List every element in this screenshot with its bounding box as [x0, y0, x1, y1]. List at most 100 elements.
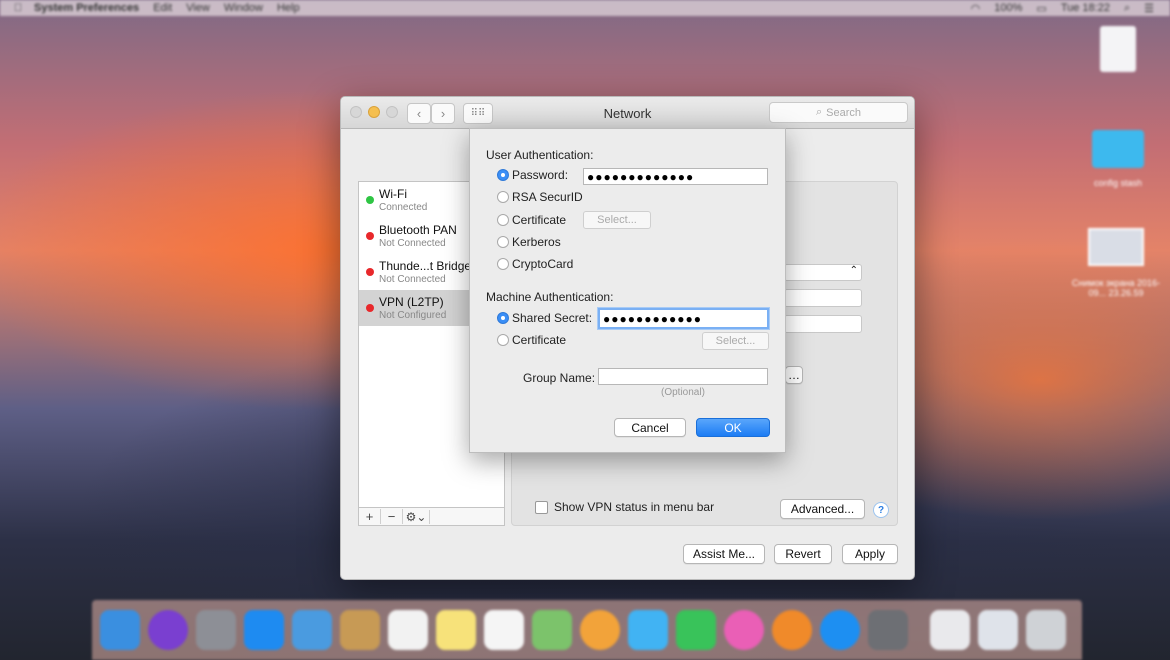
dock-launchpad-icon[interactable] [196, 610, 236, 650]
show-vpn-checkbox[interactable] [535, 500, 548, 514]
dock [92, 600, 1082, 660]
search-placeholder: Search [826, 106, 862, 119]
clock[interactable]: Tue 18:22 [1061, 2, 1110, 15]
rsa-securid-option[interactable]: RSA SecurID [497, 190, 583, 204]
dock-photos-icon[interactable] [580, 610, 620, 650]
chevron-updown-icon: ⌃ [849, 265, 858, 276]
desktop-icon-label: Снимок экрана 2016-09... 23.26.59 [1071, 278, 1161, 298]
show-vpn-status-row[interactable]: Show VPN status in menu bar [535, 500, 714, 514]
dock-screenshot-icon[interactable] [978, 610, 1018, 650]
authentication-settings-button[interactable]: … [785, 366, 803, 384]
radio-button[interactable] [497, 312, 509, 324]
radio-button[interactable] [497, 169, 509, 181]
menu-help[interactable]: Help [277, 2, 300, 14]
service-name: Wi-Fi [379, 187, 407, 201]
radio-button[interactable] [497, 258, 509, 270]
group-name-label: Group Name: [523, 371, 596, 385]
menu-view[interactable]: View [186, 2, 210, 14]
dock-siri-icon[interactable] [148, 610, 188, 650]
notification-center-icon[interactable]: ☰ [1144, 2, 1154, 15]
dock-calendar-icon[interactable] [388, 610, 428, 650]
dock-reminders-icon[interactable] [484, 610, 524, 650]
user-auth-title: User Authentication: [486, 148, 594, 162]
option-label: Shared Secret: [512, 311, 593, 325]
search-field[interactable]: ⌕ Search [769, 102, 908, 123]
machine-certificate-select-button[interactable]: Select... [702, 332, 769, 350]
account-name-field[interactable] [784, 315, 862, 333]
battery-icon[interactable]: ▭ [1036, 2, 1046, 15]
menu-bar:  System Preferences Edit View Window He… [0, 0, 1170, 16]
password-option[interactable]: Password: [497, 168, 568, 182]
radio-button[interactable] [497, 334, 509, 346]
ok-button[interactable]: OK [696, 418, 770, 437]
service-list-toolbar: + − ⚙⌄ [358, 507, 505, 526]
user-certificate-option[interactable]: Certificate [497, 213, 566, 227]
menu-app-name[interactable]: System Preferences [34, 2, 139, 14]
dock-mail-icon[interactable] [292, 610, 332, 650]
menu-edit[interactable]: Edit [153, 2, 172, 14]
option-label: Password: [512, 168, 569, 182]
dock-trash-icon[interactable] [1026, 610, 1066, 650]
search-icon: ⌕ [815, 106, 823, 118]
assist-me-button[interactable]: Assist Me... [683, 544, 765, 564]
wifi-icon[interactable]: ◠ [971, 2, 981, 15]
desktop-folder-icon[interactable]: config stash [1080, 130, 1156, 188]
service-status: Not Configured [379, 310, 447, 321]
cancel-button[interactable]: Cancel [614, 418, 686, 437]
service-name: Thunde...t Bridge [379, 259, 472, 273]
server-address-field[interactable] [784, 289, 862, 307]
option-label: Kerberos [512, 235, 561, 249]
kerberos-option[interactable]: Kerberos [497, 235, 561, 249]
option-label: RSA SecurID [512, 190, 583, 204]
show-vpn-label: Show VPN status in menu bar [554, 500, 715, 514]
dock-maps-icon[interactable] [532, 610, 572, 650]
authentication-sheet: User Authentication: Password: ●●●●●●●●●… [469, 128, 786, 453]
dock-finder-icon[interactable] [100, 610, 140, 650]
machine-auth-title: Machine Authentication: [486, 290, 614, 304]
dock-contacts-icon[interactable] [340, 610, 380, 650]
dock-document-icon[interactable] [930, 610, 970, 650]
shared-secret-field[interactable]: ●●●●●●●●●●●● [598, 308, 769, 329]
shared-secret-option[interactable]: Shared Secret: [497, 311, 592, 325]
dock-app-store-icon[interactable] [820, 610, 860, 650]
status-dot-icon [366, 268, 374, 276]
desktop-screenshot-icon[interactable]: Снимок экрана 2016-09... 23.26.59 [1064, 228, 1168, 298]
dock-system-preferences-icon[interactable] [868, 610, 908, 650]
status-dot-icon [366, 196, 374, 204]
configuration-popup[interactable]: ⌃ [784, 264, 862, 281]
battery-label[interactable]: 100% [994, 2, 1022, 15]
apple-menu-icon[interactable]:  [14, 2, 28, 14]
user-certificate-select-button[interactable]: Select... [583, 211, 651, 229]
radio-button[interactable] [497, 191, 509, 203]
help-button[interactable]: ? [873, 502, 889, 518]
desktop-document-icon[interactable] [1094, 26, 1142, 72]
radio-button[interactable] [497, 214, 509, 226]
radio-button[interactable] [497, 236, 509, 248]
group-name-field[interactable] [598, 368, 768, 385]
add-service-button[interactable]: + [359, 509, 381, 524]
advanced-button[interactable]: Advanced... [780, 499, 865, 519]
desktop-icon-label: config stash [1093, 178, 1143, 188]
dock-safari-icon[interactable] [244, 610, 284, 650]
revert-button[interactable]: Revert [774, 544, 832, 564]
dock-facetime-icon[interactable] [676, 610, 716, 650]
password-field[interactable]: ●●●●●●●●●●●●● [583, 168, 768, 185]
optional-hint: (Optional) [661, 387, 705, 398]
service-name: Bluetooth PAN [379, 223, 457, 237]
cryptocard-option[interactable]: CryptoCard [497, 257, 573, 271]
dock-messages-icon[interactable] [628, 610, 668, 650]
status-dot-icon [366, 304, 374, 312]
machine-certificate-option[interactable]: Certificate [497, 333, 566, 347]
service-status: Not Connected [379, 238, 446, 249]
status-dot-icon [366, 232, 374, 240]
remove-service-button[interactable]: − [381, 509, 403, 524]
menu-window[interactable]: Window [224, 2, 263, 14]
option-label: Certificate [512, 213, 567, 227]
apply-button[interactable]: Apply [842, 544, 898, 564]
dock-itunes-icon[interactable] [724, 610, 764, 650]
gear-menu-button[interactable]: ⚙⌄ [403, 509, 430, 524]
dock-notes-icon[interactable] [436, 610, 476, 650]
title-bar[interactable]: ‹ › ⠿⠿ Network ⌕ Search [341, 97, 914, 129]
spotlight-icon[interactable]: ⌕ [1124, 2, 1130, 15]
dock-ibooks-icon[interactable] [772, 610, 812, 650]
